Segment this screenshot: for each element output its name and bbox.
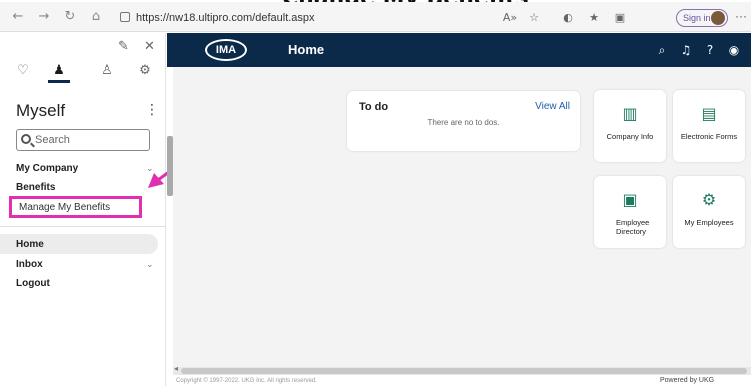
- notification-bell-icon[interactable]: ♫: [678, 42, 694, 58]
- page-title: Home: [288, 42, 325, 57]
- sidebar-item-my-company[interactable]: My Company: [16, 163, 78, 174]
- search-placeholder: Search: [35, 134, 70, 146]
- chevron-down-icon[interactable]: ⌄: [146, 259, 154, 270]
- sidebar-item-benefits[interactable]: Benefits: [16, 182, 55, 193]
- sidebar-panel: ✎ ✕ ♡ ♟ ♙ ⚙ Myself ⋮ Search My Company ⌄…: [0, 33, 166, 386]
- todo-empty-text: There are no to dos.: [427, 118, 500, 127]
- favorites-tab-icon[interactable]: ♡: [12, 63, 34, 83]
- lock-icon: [120, 12, 130, 22]
- team-tab-icon[interactable]: ♙: [96, 63, 118, 83]
- sidebar-title: Myself: [16, 101, 66, 120]
- tile-label: Company Info: [606, 132, 654, 141]
- browser-toolbar: ← → ↻ ⌂ https://nw18.ultipro.com/default…: [0, 2, 751, 32]
- forward-icon[interactable]: →: [36, 9, 52, 25]
- kebab-menu-icon[interactable]: ⋮: [145, 102, 159, 118]
- sidebar-item-home[interactable]: Home: [16, 239, 44, 250]
- sidebar-item-inbox[interactable]: Inbox: [16, 259, 43, 270]
- todo-card: To do View All There are no to dos.: [347, 91, 580, 151]
- divider: [0, 226, 166, 227]
- sidebar-tabs: ♡ ♟ ♙ ⚙: [0, 59, 166, 87]
- address-bar[interactable]: https://nw18.ultipro.com/default.aspx: [120, 10, 450, 26]
- refresh-icon[interactable]: ↻: [62, 9, 78, 25]
- read-aloud-icon[interactable]: A»: [502, 10, 518, 26]
- search-icon[interactable]: ⌕: [654, 42, 670, 58]
- collections-icon[interactable]: ▣: [612, 10, 628, 26]
- sidebar-item-manage-my-benefits[interactable]: Manage My Benefits: [19, 202, 110, 213]
- profile-avatar: [711, 11, 725, 25]
- building-icon: ▥: [622, 104, 638, 123]
- powered-by-text: Powered by UKG: [660, 377, 715, 384]
- tile-label: My Employees: [684, 218, 734, 227]
- close-icon[interactable]: ✕: [144, 39, 155, 54]
- scrollbar-thumb[interactable]: [181, 368, 747, 374]
- tile-electronic-forms[interactable]: ▤ Electronic Forms: [673, 90, 745, 162]
- address-book-icon: ▣: [622, 190, 638, 209]
- favorite-icon[interactable]: ☆: [526, 10, 542, 26]
- company-logo[interactable]: IMA: [205, 39, 247, 61]
- app-header: IMA Home ⌕ ♫ ? ◉: [167, 33, 751, 67]
- tile-employee-directory[interactable]: ▣ Employee Directory: [594, 176, 666, 248]
- myself-tab-icon[interactable]: ♟: [48, 63, 70, 83]
- search-icon: [21, 134, 31, 144]
- pin-icon[interactable]: ✎: [118, 39, 129, 54]
- view-all-link[interactable]: View All: [535, 101, 570, 112]
- tile-company-info[interactable]: ▥ Company Info: [594, 90, 666, 162]
- settings-tab-icon[interactable]: ⚙: [134, 63, 156, 83]
- todo-title: To do: [359, 101, 389, 113]
- tile-label: Employee Directory: [616, 218, 650, 236]
- team-icon: ⚙: [701, 190, 717, 209]
- help-icon[interactable]: ?: [702, 42, 718, 58]
- signin-button[interactable]: Sign in: [676, 9, 728, 27]
- more-icon[interactable]: ···: [735, 9, 747, 23]
- tile-label: Electronic Forms: [680, 132, 738, 141]
- url-text: https://nw18.ultipro.com/default.aspx: [136, 12, 315, 24]
- user-account-icon[interactable]: ◉: [726, 42, 742, 58]
- copyright-text: Copyright © 1997-2022. UKG Inc. All righ…: [176, 378, 317, 384]
- extensions-icon[interactable]: ◐: [560, 10, 576, 26]
- horizontal-scrollbar[interactable]: ◂: [173, 364, 751, 375]
- home-icon[interactable]: ⌂: [88, 9, 104, 25]
- scroll-left-icon[interactable]: ◂: [174, 364, 178, 373]
- signin-label: Sign in: [683, 13, 711, 23]
- back-icon[interactable]: ←: [10, 9, 26, 25]
- tile-my-employees[interactable]: ⚙ My Employees: [673, 176, 745, 248]
- favorites-icon[interactable]: ★: [586, 10, 602, 26]
- sidebar-search-input[interactable]: Search: [16, 129, 150, 151]
- sidebar-item-logout[interactable]: Logout: [16, 278, 50, 289]
- form-icon: ▤: [701, 104, 717, 123]
